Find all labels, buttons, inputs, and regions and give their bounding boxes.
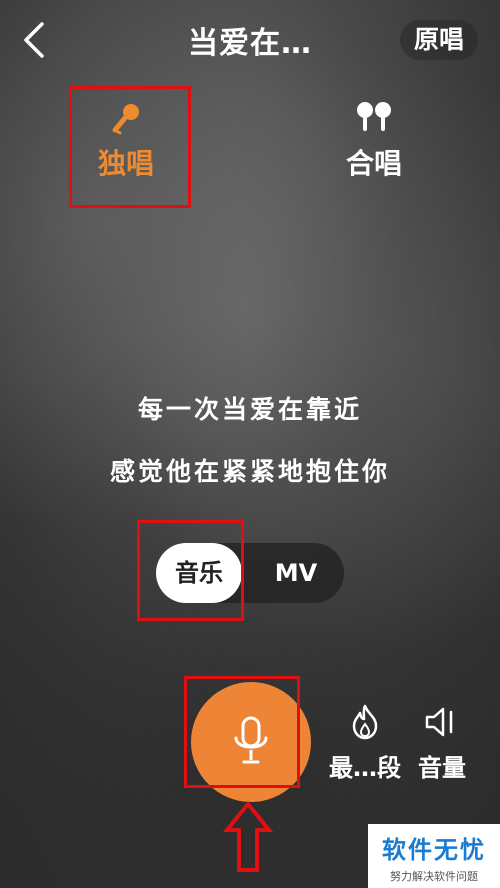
original-vocal-button[interactable]: 原唱 xyxy=(400,20,478,60)
lyric-line-1: 每一次当爱在靠近 xyxy=(137,395,362,424)
watermark-subtitle: 努力解决软件问题 xyxy=(390,870,478,883)
arrow-up-icon xyxy=(223,800,273,872)
volume-label: 音量 xyxy=(418,754,466,782)
annotation-box-record xyxy=(184,676,300,788)
annotation-box-music xyxy=(137,520,244,621)
tab-chorus-label: 合唱 xyxy=(345,147,402,180)
annotation-box-solo xyxy=(69,86,191,208)
toggle-mv[interactable]: MV xyxy=(254,543,338,603)
volume-button[interactable]: 音量 xyxy=(397,704,487,783)
two-microphones-icon xyxy=(314,100,434,136)
speaker-icon xyxy=(397,704,487,740)
watermark-logo: 软件无忧 努力解决软件问题 xyxy=(368,824,500,888)
watermark-title: 软件无忧 xyxy=(382,836,486,864)
lyric-line-2: 感觉他在紧紧地抱住你 xyxy=(109,457,390,486)
tab-chorus[interactable]: 合唱 xyxy=(314,100,434,182)
